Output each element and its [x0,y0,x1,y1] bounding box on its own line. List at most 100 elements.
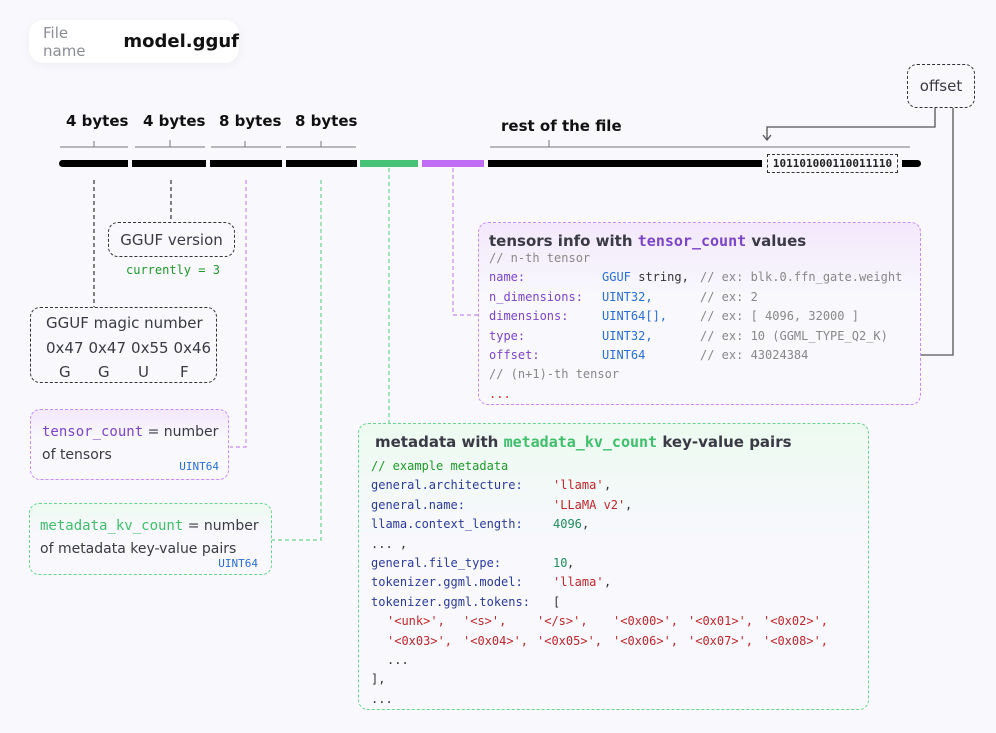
code-token: tokenizer.ggml.tokens: [371,594,530,609]
code-token: tokenizer.ggml.model: [371,575,523,590]
code-token: // ex: 2 [700,289,758,304]
code-token: , [604,478,612,493]
tensor-count-desc2: of tensors [42,447,112,463]
code-token: ], [371,672,386,687]
code-token: '<0x06>', [613,633,679,648]
code-token: '<0x02>', [763,614,829,629]
rest-of-file-label: rest of the file [501,117,622,135]
code-token: , [567,556,575,570]
code-token: '<0x00>', [613,614,679,629]
code-token: 10 [553,556,568,570]
kv-count-desc2: of metadata key-value pairs [40,541,237,557]
segment-magic [59,160,128,167]
code-token: // ex: 10 (GGML_TYPE_Q2_K) [700,328,888,343]
magic-hex: 0x47 [46,339,84,357]
code-token: , [582,517,590,532]
offset-box: offset [907,64,975,108]
code-token: n_dimensions: [489,289,583,304]
code-token: UINT64 [602,348,646,362]
magic-char: G [59,363,71,381]
code-token: 4096 [553,517,582,532]
code-token: offset: [489,348,540,362]
code-token: UINT64[], [602,309,668,324]
code-token: general.architecture: [371,478,523,493]
code-token: [ [553,594,561,609]
segment-kv-count [286,160,357,167]
file-name-value: model.gguf [123,31,239,52]
magic-number-box: GGUF magic number 0x47 0x47 0x55 0x46 G … [30,307,217,383]
tensors-info-title-code: tensor_count [637,232,747,250]
magic-char: U [138,363,149,381]
code-token: // ex: blk.0.ffn_gate.weight [700,270,903,285]
tensor-count-size-label: 8 bytes [219,112,282,130]
magic-hex: 0x47 [88,339,127,357]
code-token: , [625,497,633,512]
kv-count-type: UINT64 [218,557,258,570]
code-token: ... [387,653,409,667]
version-size-label: 4 bytes [143,112,206,130]
gguf-version-box: GGUF version [108,222,235,257]
magic-char: G [98,363,110,381]
code-token: 'llama' [553,575,604,590]
code-token: '</s>', [537,614,588,629]
tensor-count-name: tensor_count [42,424,144,440]
file-name-card: File name model.gguf [29,20,239,63]
code-token: '<s>', [463,614,507,629]
code-token: '<0x05>', [537,633,603,648]
code-token: name: [489,270,526,285]
version-note: currently = 3 [126,263,220,277]
code-token: string, [631,270,689,285]
code-token: UINT32, [602,289,653,304]
code-token: ... [371,691,393,706]
segment-tensors-info [422,160,484,167]
code-token: // n-th tensor [489,251,591,265]
code-token: '<0x01>', [688,614,754,629]
binary-data-box: 101101000110011110 [767,154,898,173]
code-token: // ex: 43024384 [700,348,809,362]
code-token: GGUF [602,270,631,285]
segment-end [902,160,921,167]
metadata-title-code: metadata_kv_count [503,433,658,451]
kv-count-size-label: 8 bytes [295,112,358,130]
magic-char: F [180,363,189,381]
tensor-count-box: tensor_count = number of tensors UINT64 [30,409,229,480]
segment-rest [488,160,762,167]
kv-count-desc: = number [187,518,259,534]
segment-tensor-count [210,160,282,167]
file-name-label: File name [43,23,86,60]
metadata-kv-count-box: metadata_kv_count = number of metadata k… [29,503,272,575]
code-token: '<0x07>', [688,633,754,648]
magic-title: GGUF magic number [46,314,203,332]
code-token: dimensions: [489,309,569,324]
metadata-box: metadata with metadata_kv_count key-valu… [358,423,869,710]
magic-size-label: 4 bytes [66,112,129,130]
code-token: ... , [371,536,408,551]
code-token: ... [489,386,511,401]
magic-hex: 0x46 [173,339,212,357]
code-token: '<unk>', [387,614,445,629]
code-token: // example metadata [371,459,509,473]
code-token: // (n+1)-th tensor [489,367,620,382]
segment-metadata [360,160,418,167]
metadata-title-post: key-value pairs [662,433,792,451]
code-token: type: [489,328,526,343]
segment-version [132,160,206,167]
tensors-info-title: tensors info with [489,232,633,250]
code-token: 'LLaMA v2' [553,497,626,512]
code-token: llama.context_length: [371,517,523,532]
code-token: // ex: [ 4096, 32000 ] [700,309,859,324]
code-token: general.name: [371,497,465,512]
code-token: , [604,575,612,590]
metadata-title: metadata with [375,433,499,451]
code-token: '<0x04>', [463,633,529,648]
tensor-count-desc: = number [147,424,219,440]
code-token: general.file_type: [371,556,502,570]
code-token: UINT32, [602,328,653,343]
code-token: '<0x03>', [387,633,453,648]
kv-count-name: metadata_kv_count [40,518,184,534]
tensor-count-type: UINT64 [179,460,219,473]
tensors-info-box: tensors info with tensor_count values //… [478,222,921,405]
code-token: '<0x08>', [763,633,829,648]
code-token: 'llama' [553,478,604,493]
tensors-info-title-post: values [751,232,807,250]
